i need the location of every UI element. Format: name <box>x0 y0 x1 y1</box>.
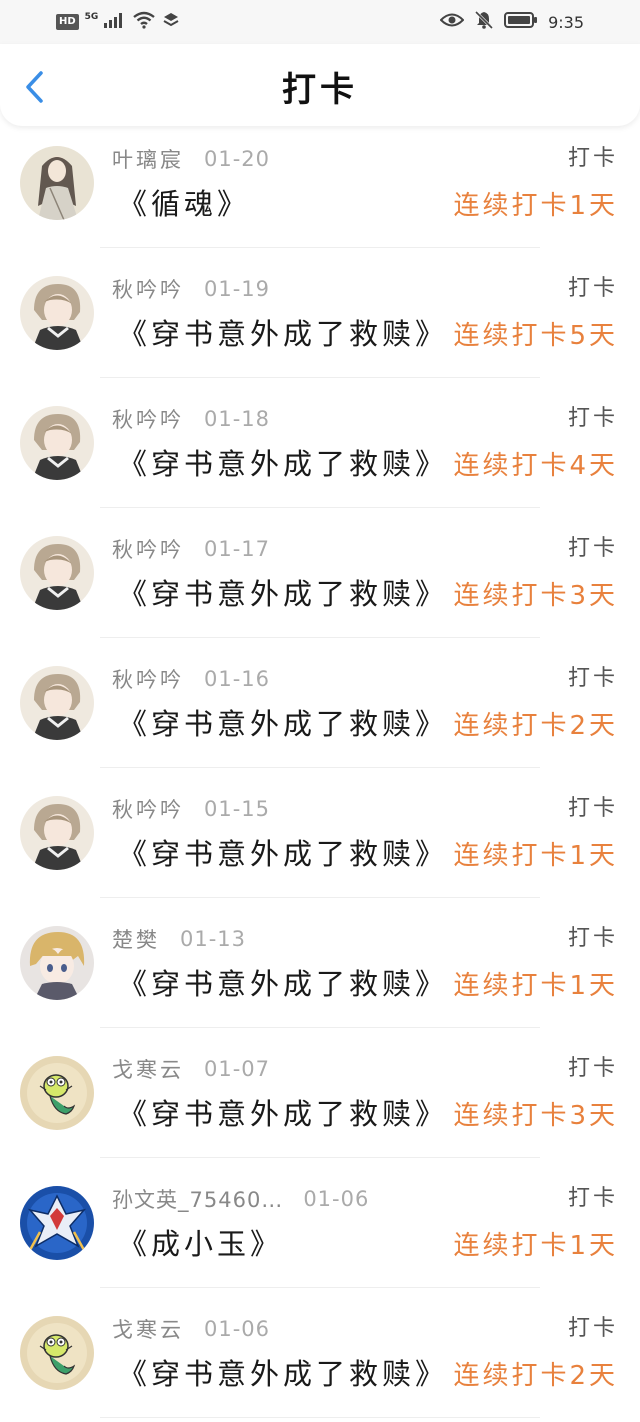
user-line: 戈寒云 01-06 <box>112 1312 270 1346</box>
avatar[interactable] <box>20 666 94 740</box>
user-name[interactable]: 戈寒云 <box>112 1314 184 1344</box>
checkin-button[interactable]: 打卡 <box>568 532 618 566</box>
hd-badge: HD <box>56 14 79 30</box>
streak-label: 连续打卡3天 <box>453 581 618 611</box>
book-title[interactable]: 《穿书意外成了救赎》 <box>118 572 448 616</box>
book-title[interactable]: 《穿书意外成了救赎》 <box>118 702 448 746</box>
checkin-row[interactable]: 孙文英_75460… 01-06 《成小玉》 打卡 连续打卡1天 <box>0 1158 640 1288</box>
user-line: 叶璃宸 01-20 <box>112 142 270 176</box>
avatar[interactable] <box>20 276 94 350</box>
checkin-row[interactable]: 戈寒云 01-07 《穿书意外成了救赎》 打卡 连续打卡3天 <box>0 1028 640 1158</box>
streak-label: 连续打卡3天 <box>453 1101 618 1131</box>
user-name[interactable]: 秋吟吟 <box>112 274 184 304</box>
user-name[interactable]: 孙文英_75460… <box>112 1184 283 1214</box>
user-line: 秋吟吟 01-19 <box>112 272 270 306</box>
checkin-row[interactable]: 秋吟吟 01-15 《穿书意外成了救赎》 打卡 连续打卡1天 <box>0 768 640 898</box>
signal-icon <box>104 12 126 32</box>
avatar[interactable] <box>20 926 94 1000</box>
book-title[interactable]: 《成小玉》 <box>118 1222 283 1266</box>
post-date: 01-13 <box>180 927 247 951</box>
eye-icon <box>439 12 465 32</box>
layers-icon <box>162 11 180 33</box>
user-line: 秋吟吟 01-17 <box>112 532 270 566</box>
user-line: 孙文英_75460… 01-06 <box>112 1182 369 1216</box>
streak-label: 连续打卡2天 <box>453 711 618 741</box>
user-name[interactable]: 楚樊 <box>112 924 160 954</box>
streak-label: 连续打卡4天 <box>453 451 618 481</box>
avatar[interactable] <box>20 536 94 610</box>
user-line: 秋吟吟 01-18 <box>112 402 270 436</box>
checkin-button[interactable]: 打卡 <box>568 662 618 696</box>
network-type: 5G <box>84 12 99 22</box>
checkin-row[interactable]: 楚樊 01-13 《穿书意外成了救赎》 打卡 连续打卡1天 <box>0 898 640 1028</box>
battery-icon <box>504 11 538 33</box>
book-title[interactable]: 《穿书意外成了救赎》 <box>118 442 448 486</box>
checkin-button[interactable]: 打卡 <box>568 1312 618 1346</box>
post-date: 01-06 <box>303 1187 370 1211</box>
book-title[interactable]: 《穿书意外成了救赎》 <box>118 312 448 356</box>
status-bar: HD 5G 9:35 <box>0 0 640 44</box>
book-title[interactable]: 《循魂》 <box>118 182 250 226</box>
checkin-list: 叶璃宸 01-20 《循魂》 打卡 连续打卡1天 秋吟吟 01-19 《穿书意外… <box>0 118 640 1418</box>
user-line: 秋吟吟 01-16 <box>112 662 270 696</box>
post-date: 01-15 <box>204 797 271 821</box>
user-name[interactable]: 叶璃宸 <box>112 144 184 174</box>
streak-label: 连续打卡1天 <box>453 1231 618 1261</box>
checkin-button[interactable]: 打卡 <box>568 1052 618 1086</box>
checkin-row[interactable]: 叶璃宸 01-20 《循魂》 打卡 连续打卡1天 <box>0 118 640 248</box>
post-date: 01-18 <box>204 407 271 431</box>
user-line: 楚樊 01-13 <box>112 922 246 956</box>
streak-label: 连续打卡2天 <box>453 1361 618 1391</box>
checkin-row[interactable]: 秋吟吟 01-19 《穿书意外成了救赎》 打卡 连续打卡5天 <box>0 248 640 378</box>
wifi-icon <box>132 11 156 33</box>
streak-label: 连续打卡5天 <box>453 321 618 351</box>
checkin-row[interactable]: 秋吟吟 01-18 《穿书意外成了救赎》 打卡 连续打卡4天 <box>0 378 640 508</box>
avatar[interactable] <box>20 1316 94 1390</box>
user-name[interactable]: 戈寒云 <box>112 1054 184 1084</box>
avatar[interactable] <box>20 146 94 220</box>
post-date: 01-06 <box>204 1317 271 1341</box>
post-date: 01-17 <box>204 537 271 561</box>
checkin-button[interactable]: 打卡 <box>568 792 618 826</box>
checkin-row[interactable]: 戈寒云 01-06 《穿书意外成了救赎》 打卡 连续打卡2天 <box>0 1288 640 1418</box>
streak-label: 连续打卡1天 <box>453 841 618 871</box>
streak-label: 连续打卡1天 <box>453 191 618 221</box>
user-name[interactable]: 秋吟吟 <box>112 534 184 564</box>
streak-label: 连续打卡1天 <box>453 971 618 1001</box>
checkin-button[interactable]: 打卡 <box>568 272 618 306</box>
book-title[interactable]: 《穿书意外成了救赎》 <box>118 1092 448 1136</box>
avatar[interactable] <box>20 1186 94 1260</box>
status-right: 9:35 <box>439 10 584 34</box>
checkin-button[interactable]: 打卡 <box>568 1182 618 1216</box>
header: 打卡 <box>0 44 640 126</box>
user-line: 戈寒云 01-07 <box>112 1052 270 1086</box>
checkin-button[interactable]: 打卡 <box>568 142 618 176</box>
mute-bell-icon <box>474 10 494 34</box>
page-title: 打卡 <box>282 70 358 110</box>
post-date: 01-07 <box>204 1057 271 1081</box>
book-title[interactable]: 《穿书意外成了救赎》 <box>118 962 448 1006</box>
avatar[interactable] <box>20 796 94 870</box>
clock: 9:35 <box>548 12 584 32</box>
user-name[interactable]: 秋吟吟 <box>112 664 184 694</box>
checkin-row[interactable]: 秋吟吟 01-17 《穿书意外成了救赎》 打卡 连续打卡3天 <box>0 508 640 638</box>
book-title[interactable]: 《穿书意外成了救赎》 <box>118 1352 448 1396</box>
user-name[interactable]: 秋吟吟 <box>112 404 184 434</box>
checkin-row[interactable]: 秋吟吟 01-16 《穿书意外成了救赎》 打卡 连续打卡2天 <box>0 638 640 768</box>
post-date: 01-20 <box>204 147 271 171</box>
checkin-button[interactable]: 打卡 <box>568 922 618 956</box>
user-line: 秋吟吟 01-15 <box>112 792 270 826</box>
status-left: HD 5G <box>56 10 180 34</box>
avatar[interactable] <box>20 1056 94 1130</box>
book-title[interactable]: 《穿书意外成了救赎》 <box>118 832 448 876</box>
checkin-button[interactable]: 打卡 <box>568 402 618 436</box>
user-name[interactable]: 秋吟吟 <box>112 794 184 824</box>
post-date: 01-19 <box>204 277 271 301</box>
post-date: 01-16 <box>204 667 271 691</box>
avatar[interactable] <box>20 406 94 480</box>
